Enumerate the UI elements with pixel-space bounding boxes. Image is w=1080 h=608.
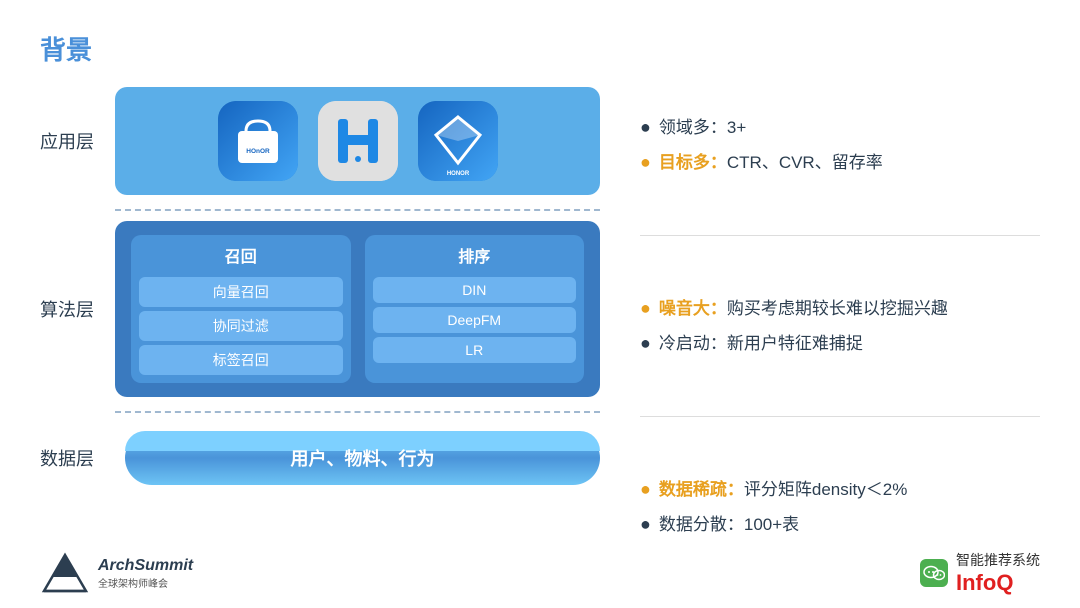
wechat-label: 智能推荐系统	[956, 550, 1040, 570]
bullet-dot-4: ●	[640, 330, 651, 357]
wechat-svg	[923, 562, 945, 584]
bullet-group-3: ● 数据稀疏：评分矩阵density＜2% ● 数据分散：100+表	[640, 476, 1040, 538]
data-content: 用户、物料、行为	[155, 445, 570, 471]
archsummit-mountain-icon	[40, 551, 90, 596]
bullet-1-1-text: 领域多：3+	[659, 115, 746, 141]
data-layer-row: 数据层 用户、物料、行为	[40, 431, 600, 485]
page-title: 背景	[40, 30, 1040, 67]
bullet-3-2-text: 数据分散：100+表	[659, 512, 799, 538]
bullet-1-1: ● 领域多：3+	[640, 114, 1040, 141]
svg-text:HOnOR: HOnOR	[246, 148, 270, 155]
rank-item-1: DIN	[373, 277, 577, 303]
rank-title: 排序	[458, 243, 490, 267]
rank-box: 排序 DIN DeepFM LR	[365, 235, 585, 383]
bullet-3-2: ● 数据分散：100+表	[640, 511, 1040, 538]
algorithm-layer-row: 算法层 召回 向量召回 协同过滤 标签召回 排序 DIN	[40, 221, 600, 397]
app-layer-box: HOnOR	[115, 87, 600, 195]
data-layer-box-wrapper: 用户、物料、行为	[115, 431, 600, 485]
dashed-line-2	[115, 411, 600, 413]
bullet-3-1-text: 数据稀疏：评分矩阵density＜2%	[659, 477, 907, 503]
highlight-noise: 噪音大：	[659, 299, 727, 318]
algo-layer-box: 召回 向量召回 协同过滤 标签召回 排序 DIN DeepFM LR	[115, 221, 600, 397]
recall-item-2: 协同过滤	[139, 311, 343, 341]
honor-h-svg	[318, 101, 398, 181]
recall-box: 召回 向量召回 协同过滤 标签召回	[131, 235, 351, 383]
footer-logo-left: ArchSummit 全球架构师峰会	[40, 551, 193, 596]
bullet-dot-1: ●	[640, 114, 651, 141]
highlight-target-multi: 目标多：	[659, 153, 727, 172]
highlight-sparse: 数据稀疏：	[659, 480, 744, 499]
rank-item-3: LR	[373, 337, 577, 363]
recall-title: 召回	[225, 243, 257, 267]
honor-bag-svg: HOnOR	[218, 101, 298, 181]
application-layer-row: 应用层	[40, 87, 600, 195]
app-layer-label: 应用层	[40, 128, 105, 154]
divider-1	[640, 235, 1040, 236]
main-content: 应用层	[40, 87, 1040, 565]
footer-right: 智能推荐系统 InfoQ	[920, 550, 1040, 596]
algo-layer-label: 算法层	[40, 296, 105, 322]
left-panel: 应用层	[40, 87, 600, 565]
bullet-dot-6: ●	[640, 511, 651, 538]
wechat-icon	[920, 559, 948, 587]
app-layer-box-wrapper: HOnOR	[115, 87, 600, 195]
recall-item-3: 标签召回	[139, 345, 343, 375]
bullet-dot-5: ●	[640, 476, 651, 503]
honor-diamond-svg: HONOR	[418, 101, 498, 181]
bullet-group-1: ● 领域多：3+ ● 目标多：CTR、CVR、留存率	[640, 114, 1040, 176]
honor-diamond-icon: HONOR	[418, 101, 498, 181]
svg-text:HONOR: HONOR	[446, 171, 469, 177]
divider-2	[640, 416, 1040, 417]
footer-right-text-block: 智能推荐系统 InfoQ	[956, 550, 1040, 596]
bullet-dot-2: ●	[640, 149, 651, 176]
slide: 背景 应用层	[0, 0, 1080, 608]
bullet-2-1-text: 噪音大：购买考虑期较长难以挖掘兴趣	[659, 296, 948, 322]
rank-item-2: DeepFM	[373, 307, 577, 333]
algo-layer-box-wrapper: 召回 向量召回 协同过滤 标签召回 排序 DIN DeepFM LR	[115, 221, 600, 397]
honor-shop-icon: HOnOR	[218, 101, 298, 181]
bullet-2-2-text: 冷启动：新用户特征难捕捉	[659, 331, 863, 357]
bullet-1-2-text: 目标多：CTR、CVR、留存率	[659, 150, 883, 176]
honor-h-icon	[318, 101, 398, 181]
dashed-line-1	[115, 209, 600, 211]
bullet-1-2: ● 目标多：CTR、CVR、留存率	[640, 149, 1040, 176]
archsummit-title: ArchSummit	[98, 557, 193, 575]
bullet-2-2: ● 冷启动：新用户特征难捕捉	[640, 330, 1040, 357]
bullet-group-2: ● 噪音大：购买考虑期较长难以挖掘兴趣 ● 冷启动：新用户特征难捕捉	[640, 295, 1040, 357]
data-cylinder: 用户、物料、行为	[125, 431, 600, 485]
archsummit-subtitle: 全球架构师峰会	[98, 575, 168, 590]
data-layer-label: 数据层	[40, 445, 105, 471]
right-panel: ● 领域多：3+ ● 目标多：CTR、CVR、留存率 ● 噪音大：购买考虑期较长…	[600, 87, 1040, 565]
infoq-brand: InfoQ	[956, 570, 1040, 596]
bullet-2-1: ● 噪音大：购买考虑期较长难以挖掘兴趣	[640, 295, 1040, 322]
archsummit-text-block: ArchSummit 全球架构师峰会	[98, 557, 193, 590]
bullet-dot-3: ●	[640, 295, 651, 322]
bullet-3-1: ● 数据稀疏：评分矩阵density＜2%	[640, 476, 1040, 503]
footer: ArchSummit 全球架构师峰会 智能推荐系统 InfoQ	[40, 550, 1040, 596]
recall-item-1: 向量召回	[139, 277, 343, 307]
